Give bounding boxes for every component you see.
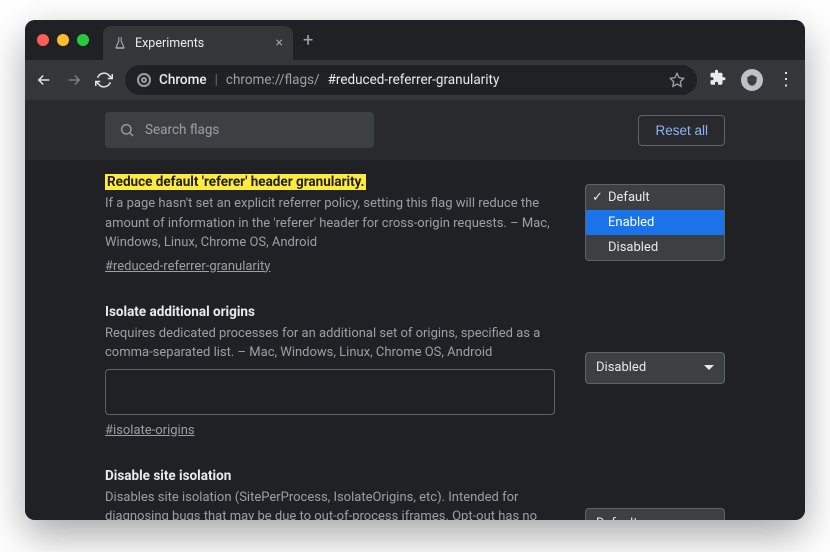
browser-tab[interactable]: Experiments × <box>103 26 293 60</box>
flag-title: Reduce default 'referer' header granular… <box>105 174 366 190</box>
back-button[interactable] <box>35 71 53 89</box>
url-separator: | <box>215 72 218 88</box>
flags-header-row: Search flags Reset all <box>25 100 805 160</box>
bookmark-star-icon[interactable] <box>669 72 685 88</box>
flag-select[interactable]: Disabled <box>585 352 725 384</box>
flag-description: Requires dedicated processes for an addi… <box>105 324 555 363</box>
reset-all-button[interactable]: Reset all <box>638 115 725 146</box>
url-path-dim: chrome://flags/ <box>226 72 320 88</box>
profile-avatar[interactable] <box>741 69 763 91</box>
flag-select-value: Disabled <box>596 360 646 375</box>
dropdown-option-disabled[interactable]: Disabled <box>586 235 724 260</box>
flag-item: Reduce default 'referer' header granular… <box>105 174 725 274</box>
tab-close-icon[interactable]: × <box>276 36 283 50</box>
flag-control: Disabled <box>585 304 725 438</box>
flask-icon <box>113 36 127 50</box>
toolbar-right-icons: ⋮ <box>709 69 795 91</box>
search-icon <box>119 122 135 138</box>
browser-window: Experiments × + Chrome | chrome://flags/… <box>25 20 805 520</box>
flag-anchor-link[interactable]: #isolate-origins <box>105 423 195 438</box>
reload-button[interactable] <box>95 71 113 89</box>
search-placeholder: Search flags <box>145 122 219 138</box>
flag-control: Default Enabled Disabled <box>585 174 725 274</box>
window-zoom-dot[interactable] <box>77 34 89 46</box>
flag-item: Disable site isolation Disables site iso… <box>105 468 725 521</box>
flag-select-value: Default <box>596 516 638 520</box>
kebab-menu-icon[interactable]: ⋮ <box>777 71 795 89</box>
window-close-dot[interactable] <box>37 34 49 46</box>
flag-item: Isolate additional origins Requires dedi… <box>105 304 725 438</box>
extensions-icon[interactable] <box>709 69 727 91</box>
dropdown-option-default[interactable]: Default <box>586 185 724 210</box>
search-input[interactable]: Search flags <box>105 112 374 148</box>
traffic-lights <box>37 34 89 46</box>
chrome-icon <box>137 73 151 87</box>
url-path-bright: #reduced-referrer-granularity <box>328 72 500 88</box>
new-tab-button[interactable]: + <box>303 30 313 51</box>
dropdown-option-enabled[interactable]: Enabled <box>586 210 724 235</box>
flag-select[interactable]: Default <box>585 508 725 521</box>
forward-button[interactable] <box>65 71 83 89</box>
url-scheme-label: Chrome <box>159 72 207 88</box>
flag-description: Disables site isolation (SitePerProcess,… <box>105 488 555 521</box>
flag-dropdown-open[interactable]: Default Enabled Disabled <box>585 184 725 261</box>
page-content: Search flags Reset all Reduce default 'r… <box>25 100 805 520</box>
address-bar[interactable]: Chrome | chrome://flags/ #reduced-referre… <box>125 65 697 95</box>
toolbar: Chrome | chrome://flags/ #reduced-referre… <box>25 60 805 100</box>
flags-list: Reduce default 'referer' header granular… <box>25 160 805 520</box>
flag-title: Isolate additional origins <box>105 304 255 320</box>
window-minimize-dot[interactable] <box>57 34 69 46</box>
flag-control: Default <box>585 468 725 521</box>
flag-textarea[interactable] <box>105 369 555 415</box>
tab-title: Experiments <box>135 36 204 51</box>
flag-title: Disable site isolation <box>105 468 231 484</box>
flag-anchor-link[interactable]: #reduced-referrer-granularity <box>105 259 270 274</box>
flag-description: If a page hasn't set an explicit referre… <box>105 194 555 253</box>
titlebar: Experiments × + <box>25 20 805 60</box>
